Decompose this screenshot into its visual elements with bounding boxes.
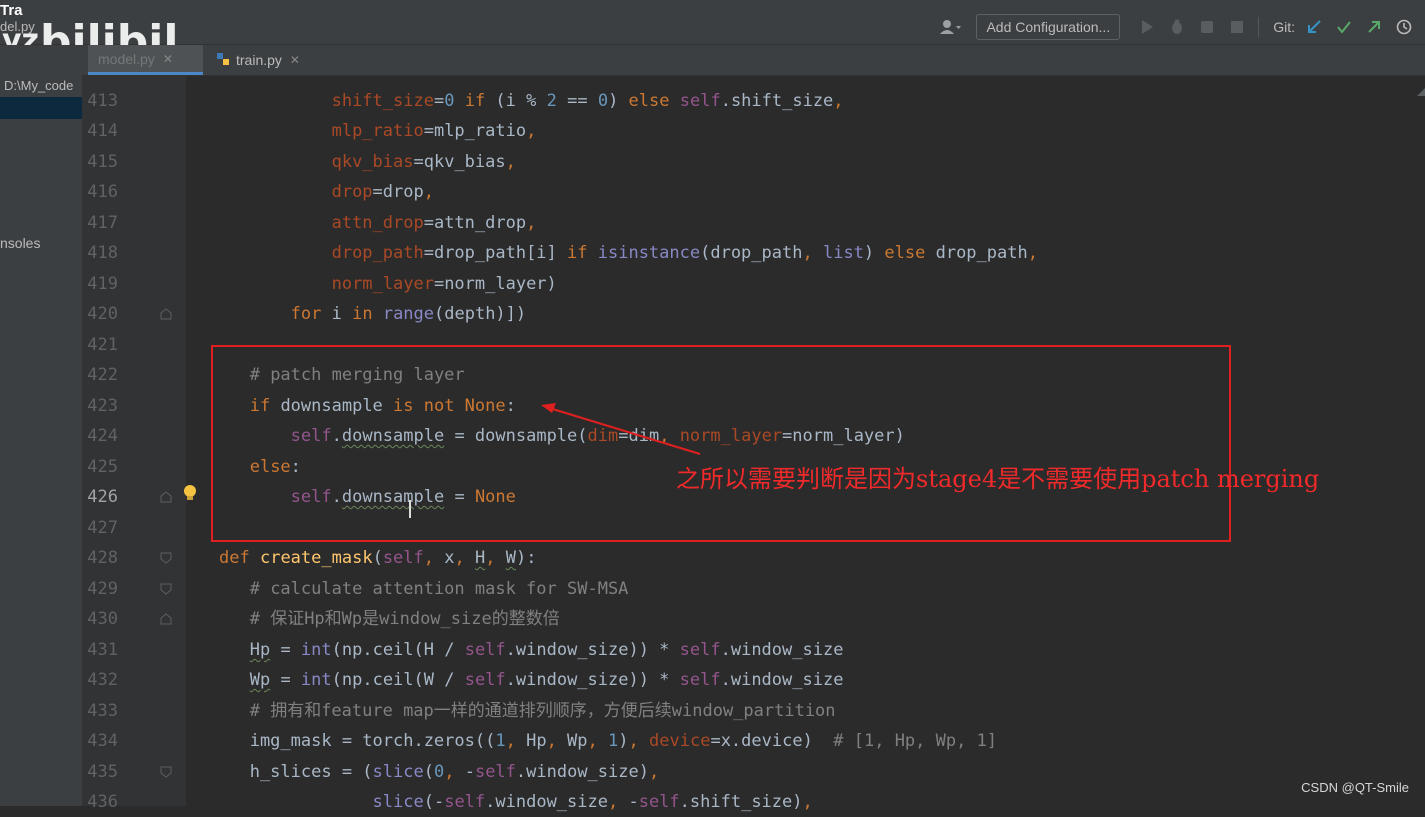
code-comment: # 拥有和feature map一样的通道排列顺序，方便后续window_par…: [249, 701, 836, 721]
line-number: 420: [87, 304, 118, 324]
code-text: Wp = int(np.ceil(W / self.window_size)) …: [249, 670, 844, 690]
lightbulb-icon[interactable]: [182, 484, 198, 504]
code-text: qkv_bias=qkv_bias,: [331, 152, 516, 172]
code-text: h_slices = (slice(0, -self.window_size),: [219, 762, 660, 782]
code-line[interactable]: 434 img_mask = torch.zeros((1, Hp, Wp, 1…: [82, 726, 1425, 756]
line-number: 433: [87, 701, 118, 721]
code-line[interactable]: 420 for i in range(depth)]): [82, 299, 1425, 329]
tab-label: model.py: [98, 50, 155, 67]
project-selected-row[interactable]: [0, 97, 82, 119]
line-number: 436: [87, 792, 118, 812]
code-line[interactable]: 432 Wp = int(np.ceil(W / self.window_siz…: [82, 665, 1425, 695]
history-icon[interactable]: [1393, 16, 1415, 38]
code-text: # 保证Hp和Wp是window_size的整数倍: [219, 604, 560, 634]
code-line[interactable]: 417 attn_drop=attn_drop,: [82, 208, 1425, 238]
code-line[interactable]: 419 norm_layer=norm_layer): [82, 269, 1425, 299]
toolbar-right: Add Configuration... Git:: [932, 14, 1415, 40]
code-line[interactable]: 435 h_slices = (slice(0, -self.window_si…: [82, 757, 1425, 787]
code-line[interactable]: 414 mlp_ratio=mlp_ratio,: [82, 116, 1425, 146]
git-commit-icon[interactable]: [1333, 16, 1355, 38]
git-update-icon[interactable]: [1303, 16, 1325, 38]
main-toolbar: Tra del.py vz bilibili Add Configuration…: [0, 0, 1425, 67]
tab-label: train.py: [236, 52, 282, 68]
line-number: 431: [87, 640, 118, 660]
user-icon[interactable]: [940, 16, 962, 38]
csdn-watermark: CSDN @QT-Smile: [1301, 780, 1409, 795]
code-line[interactable]: 429 # calculate attention mask for SW-MS…: [82, 574, 1425, 604]
line-number: 429: [87, 579, 118, 599]
code-text: norm_layer=norm_layer): [331, 274, 557, 294]
toolbar-separator: [1258, 17, 1260, 37]
git-label: Git:: [1273, 19, 1295, 35]
close-icon[interactable]: ✕: [290, 53, 300, 67]
run-icon[interactable]: [1136, 16, 1158, 38]
code-text: drop=drop,: [331, 182, 434, 202]
line-number: 424: [87, 426, 118, 446]
code-text: # calculate attention mask for SW-MSA: [219, 574, 629, 604]
annotation-text: 之所以需要判断是因为stage4是不需要使用patch merging: [676, 465, 1320, 493]
code-line[interactable]: 428 def create_mask(self, x, H, W):: [82, 543, 1425, 573]
code-text: img_mask = torch.zeros((1, Hp, Wp, 1), d…: [219, 731, 998, 751]
stop-icon[interactable]: [1226, 16, 1248, 38]
code-line[interactable]: 416 drop=drop,: [82, 177, 1425, 207]
code-line[interactable]: 436 slice(-self.window_size, -self.shift…: [82, 787, 1425, 817]
code-line[interactable]: 431 Hp = int(np.ceil(H / self.window_siz…: [82, 635, 1425, 665]
fold-marker-icon[interactable]: [160, 766, 172, 778]
line-number: 423: [87, 396, 118, 416]
code-text: Hp = int(np.ceil(H / self.window_size)) …: [249, 640, 844, 660]
code-text: def create_mask(self, x, H, W):: [219, 548, 537, 568]
code-line[interactable]: 430 # 保证Hp和Wp是window_size的整数倍: [82, 604, 1425, 634]
line-number: 418: [87, 243, 118, 263]
fold-marker-icon[interactable]: [160, 491, 172, 503]
project-path[interactable]: D:\My_code: [4, 78, 73, 93]
fold-marker-icon[interactable]: [160, 613, 172, 625]
code-comment: # calculate attention mask for SW-MSA: [249, 579, 629, 599]
tab-model-py[interactable]: model.py ✕: [88, 45, 203, 75]
code-comment: # 保证Hp和Wp是window_size的整数倍: [249, 609, 560, 629]
python-file-icon: [216, 52, 230, 69]
code-text: shift_size=0 if (i % 2 == 0) else self.s…: [331, 91, 844, 111]
close-icon[interactable]: ✕: [163, 52, 173, 66]
scrollbar-marker[interactable]: [1417, 78, 1425, 98]
line-number: 425: [87, 457, 118, 477]
fold-marker-icon[interactable]: [160, 583, 172, 595]
line-number: 422: [87, 365, 118, 385]
line-number: 416: [87, 182, 118, 202]
tab-train-py[interactable]: train.py ✕: [212, 45, 300, 75]
line-number: 426: [87, 487, 118, 507]
line-number: 435: [87, 762, 118, 782]
line-number: 421: [87, 335, 118, 355]
git-push-icon[interactable]: [1363, 16, 1385, 38]
code-text: for i in range(depth)]): [290, 304, 527, 324]
code-line[interactable]: 415 qkv_bias=qkv_bias,: [82, 147, 1425, 177]
line-number: 427: [87, 518, 118, 538]
code-comment: # [1, Hp, Wp, 1]: [833, 731, 998, 751]
code-text: slice(-self.window_size, -self.shift_siz…: [372, 792, 813, 812]
line-number: 419: [87, 274, 118, 294]
code-text: # 拥有和feature map一样的通道排列顺序，方便后续window_par…: [219, 696, 836, 726]
debug-icon[interactable]: [1166, 16, 1188, 38]
line-number: 432: [87, 670, 118, 690]
add-configuration-button[interactable]: Add Configuration...: [976, 14, 1121, 40]
coverage-icon[interactable]: [1196, 16, 1218, 38]
editor-tabs: model.py ✕ train.py ✕: [82, 45, 1425, 76]
line-number: 434: [87, 731, 118, 751]
code-text: drop_path=drop_path[i] if isinstance(dro…: [331, 243, 1038, 263]
line-number: 428: [87, 548, 118, 568]
code-text: attn_drop=attn_drop,: [331, 213, 537, 233]
code-text: mlp_ratio=mlp_ratio,: [331, 121, 537, 141]
line-number: 417: [87, 213, 118, 233]
line-number: 415: [87, 152, 118, 172]
fold-marker-icon[interactable]: [160, 552, 172, 564]
fold-marker-icon[interactable]: [160, 308, 172, 320]
code-line[interactable]: 433 # 拥有和feature map一样的通道排列顺序，方便后续window…: [82, 696, 1425, 726]
line-number: 414: [87, 121, 118, 141]
code-line[interactable]: 418 drop_path=drop_path[i] if isinstance…: [82, 238, 1425, 268]
project-panel: D:\My_code nsoles: [0, 45, 82, 806]
code-line[interactable]: 413 shift_size=0 if (i % 2 == 0) else se…: [82, 86, 1425, 116]
scratches-consoles-item[interactable]: nsoles: [0, 235, 40, 251]
line-number: 430: [87, 609, 118, 629]
annotation-highlight-box: [211, 345, 1231, 542]
line-number: 413: [87, 91, 118, 111]
